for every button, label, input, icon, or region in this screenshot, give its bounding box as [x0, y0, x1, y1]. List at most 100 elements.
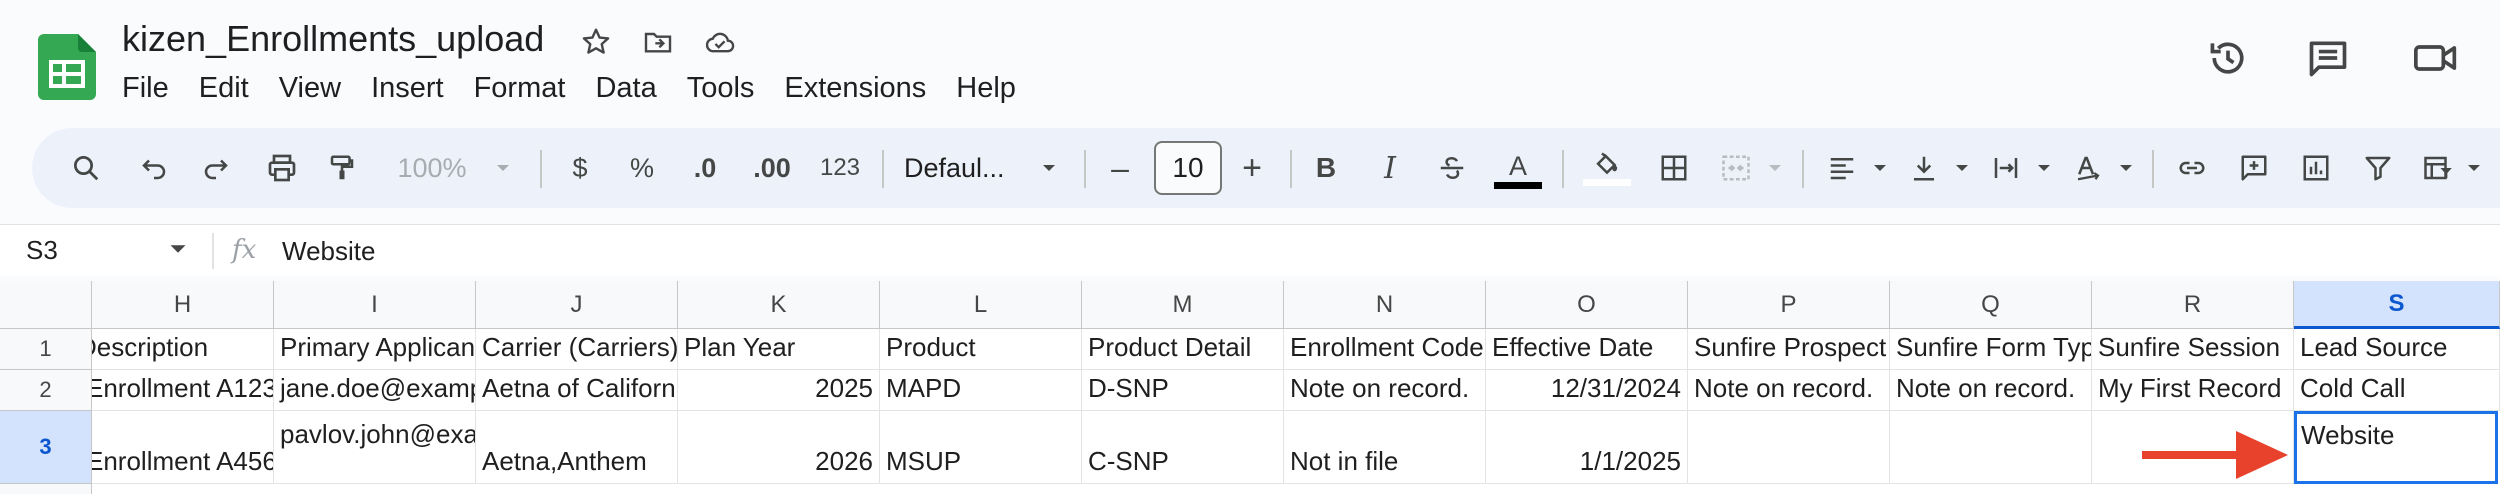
- bold-button[interactable]: B: [1306, 128, 1346, 208]
- more-formats-button[interactable]: 123: [814, 128, 866, 208]
- decrease-font-size-button[interactable]: –: [1100, 128, 1140, 208]
- cell-H2[interactable]: Enrollment A123: [92, 370, 274, 411]
- cell-Q2[interactable]: Note on record.: [1890, 370, 2092, 411]
- menu-tools[interactable]: Tools: [687, 72, 769, 105]
- cell-R1[interactable]: Sunfire Session: [2092, 329, 2294, 370]
- cloud-saved-icon[interactable]: [702, 24, 738, 60]
- cell-M2[interactable]: D-SNP: [1082, 370, 1284, 411]
- horizontal-align-dropdown-icon[interactable]: [1868, 128, 1892, 208]
- text-rotation-dropdown-icon[interactable]: [2114, 128, 2138, 208]
- cell-S3-active[interactable]: Website: [2294, 411, 2498, 484]
- menu-help[interactable]: Help: [956, 72, 1030, 105]
- cell-N1[interactable]: Enrollment Code: [1284, 329, 1486, 370]
- column-header-I[interactable]: I: [274, 281, 476, 329]
- borders-icon[interactable]: [1652, 128, 1696, 208]
- redo-icon[interactable]: [196, 128, 236, 208]
- horizontal-align-icon[interactable]: [1820, 128, 1864, 208]
- format-percent-button[interactable]: %: [622, 128, 662, 208]
- cell-M3[interactable]: C-SNP: [1082, 411, 1284, 484]
- cell-R2[interactable]: My First Record: [2092, 370, 2294, 411]
- column-header-J[interactable]: J: [476, 281, 678, 329]
- italic-button[interactable]: I: [1370, 128, 1410, 208]
- column-header-O[interactable]: O: [1486, 281, 1688, 329]
- move-to-folder-icon[interactable]: [640, 24, 676, 60]
- column-header-K[interactable]: K: [678, 281, 880, 329]
- meet-video-icon[interactable]: [2412, 34, 2460, 82]
- cell-O3[interactable]: 1/1/2025: [1486, 411, 1688, 484]
- cell-O2[interactable]: 12/31/2024: [1486, 370, 1688, 411]
- cell-N2[interactable]: Note on record.: [1284, 370, 1486, 411]
- text-rotation-icon[interactable]: [2066, 128, 2110, 208]
- cell-Q1[interactable]: Sunfire Form Type: [1890, 329, 2092, 370]
- menu-extensions[interactable]: Extensions: [784, 72, 940, 105]
- menu-format[interactable]: Format: [474, 72, 580, 105]
- cell-S1[interactable]: Lead Source: [2294, 329, 2500, 370]
- format-currency-button[interactable]: $: [560, 128, 600, 208]
- formula-input[interactable]: Website: [282, 236, 375, 267]
- vertical-align-dropdown-icon[interactable]: [1950, 128, 1974, 208]
- column-header-L[interactable]: L: [880, 281, 1082, 329]
- google-sheets-logo-icon[interactable]: [38, 34, 96, 100]
- column-header-N[interactable]: N: [1284, 281, 1486, 329]
- font-dropdown-icon[interactable]: [1036, 128, 1062, 208]
- row-header-4[interactable]: [0, 484, 92, 494]
- cell-O1[interactable]: Effective Date: [1486, 329, 1688, 370]
- zoom-select[interactable]: 100%: [384, 128, 480, 208]
- cell-M1[interactable]: Product Detail: [1082, 329, 1284, 370]
- increase-font-size-button[interactable]: +: [1232, 128, 1272, 208]
- select-all-corner[interactable]: [0, 281, 92, 329]
- cell-P3[interactable]: [1688, 411, 1890, 484]
- font-family-select[interactable]: Defaul...: [904, 128, 1034, 208]
- filter-views-icon[interactable]: [2416, 128, 2460, 208]
- cell-I2[interactable]: jane.doe@example: [274, 370, 476, 411]
- cell-J2[interactable]: Aetna of California: [476, 370, 678, 411]
- row-4-cells[interactable]: [92, 484, 2500, 494]
- cell-S2[interactable]: Cold Call: [2294, 370, 2500, 411]
- undo-icon[interactable]: [134, 128, 174, 208]
- column-header-P[interactable]: P: [1688, 281, 1890, 329]
- merge-cells-icon[interactable]: [1714, 128, 1758, 208]
- zoom-dropdown-icon[interactable]: [490, 128, 516, 208]
- search-menus-icon[interactable]: [66, 128, 106, 208]
- row-header-1[interactable]: 1: [0, 329, 92, 370]
- menu-insert[interactable]: Insert: [371, 72, 458, 105]
- cell-K2[interactable]: 2025: [678, 370, 880, 411]
- merge-dropdown-icon[interactable]: [1762, 128, 1788, 208]
- insert-comment-icon[interactable]: [2232, 128, 2276, 208]
- column-header-H[interactable]: H: [92, 281, 274, 329]
- print-icon[interactable]: [260, 128, 304, 208]
- menu-view[interactable]: View: [279, 72, 355, 105]
- menu-edit[interactable]: Edit: [199, 72, 263, 105]
- create-filter-icon[interactable]: [2356, 128, 2400, 208]
- paint-format-icon[interactable]: [322, 128, 362, 208]
- cell-L3[interactable]: MSUP: [880, 411, 1082, 484]
- text-wrapping-dropdown-icon[interactable]: [2032, 128, 2056, 208]
- cell-H1[interactable]: Description: [92, 329, 274, 370]
- cell-L1[interactable]: Product: [880, 329, 1082, 370]
- cell-K3[interactable]: 2026: [678, 411, 880, 484]
- cell-Q3[interactable]: [1890, 411, 2092, 484]
- star-icon[interactable]: [578, 24, 614, 60]
- menu-data[interactable]: Data: [595, 72, 670, 105]
- cell-H3[interactable]: Enrollment A456: [92, 411, 274, 484]
- cell-K1[interactable]: Plan Year: [678, 329, 880, 370]
- cell-L2[interactable]: MAPD: [880, 370, 1082, 411]
- fill-color-icon[interactable]: [1580, 128, 1634, 208]
- strikethrough-icon[interactable]: [1432, 128, 1472, 208]
- name-box-dropdown-icon[interactable]: [168, 239, 188, 264]
- row-header-2[interactable]: 2: [0, 370, 92, 411]
- cell-P2[interactable]: Note on record.: [1688, 370, 1890, 411]
- filter-views-dropdown-icon[interactable]: [2462, 128, 2486, 208]
- column-header-S[interactable]: S: [2294, 281, 2500, 329]
- increase-decimal-button[interactable]: .00: [746, 128, 798, 208]
- decrease-decimal-button[interactable]: .0: [682, 128, 728, 208]
- menu-file[interactable]: File: [122, 72, 183, 105]
- comments-icon[interactable]: [2304, 34, 2352, 82]
- insert-link-icon[interactable]: [2170, 128, 2214, 208]
- cell-I1[interactable]: Primary Applicant: [274, 329, 476, 370]
- cell-J1[interactable]: Carrier (Carriers): [476, 329, 678, 370]
- column-header-R[interactable]: R: [2092, 281, 2294, 329]
- cell-I3[interactable]: pavlov.john@example: [274, 411, 476, 484]
- column-header-M[interactable]: M: [1082, 281, 1284, 329]
- vertical-align-icon[interactable]: [1902, 128, 1946, 208]
